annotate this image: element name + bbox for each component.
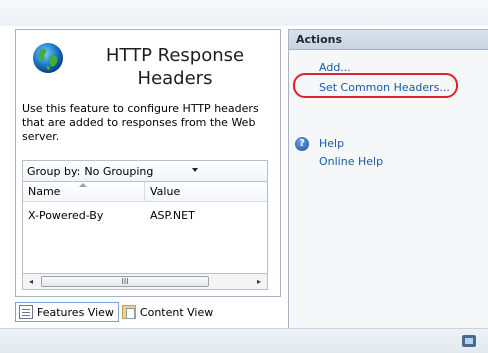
content-view-icon [121,305,136,319]
highlight-ring [293,73,458,98]
top-band [0,0,488,26]
chevron-down-icon [192,168,199,172]
group-by-value: No Grouping [84,164,154,178]
features-view-icon [19,305,33,319]
column-header-name[interactable]: Name [23,182,145,201]
actions-header: Actions [289,30,488,50]
help-icon: ? [295,137,309,151]
content-view-button[interactable]: Content View [119,302,217,322]
scroll-right-icon[interactable]: ▸ [251,274,267,289]
features-view-button[interactable]: Features View [15,302,119,322]
status-bar [0,328,488,353]
group-by-bar: Group by: No Grouping [22,160,268,182]
group-by-select[interactable]: No Grouping [84,162,204,180]
headers-grid: Name Value X-Powered-By ASP.NET [22,182,268,274]
scroll-thumb[interactable]: III [41,276,209,287]
page-title: HTTP Response Headers [105,45,245,89]
group-by-label: Group by: [27,164,81,178]
globe-icon [32,42,64,74]
horizontal-scrollbar[interactable]: ◂ III ▸ [22,274,268,290]
sort-caret-icon [79,183,87,187]
cell-name: X-Powered-By [28,209,104,222]
feature-panel: HTTP Response Headers Use this feature t… [15,29,281,297]
online-help-link[interactable]: Online Help [319,155,383,169]
column-header-value[interactable]: Value [145,182,267,201]
view-switcher: Features View Content View [15,301,217,323]
page-description: Use this feature to configure HTTP heade… [22,102,259,143]
scroll-left-icon[interactable]: ◂ [23,274,39,289]
cell-value: ASP.NET [150,209,195,222]
table-row[interactable]: X-Powered-By ASP.NET [23,206,267,226]
help-link[interactable]: Help [319,137,344,151]
grid-header: Name Value [23,182,267,202]
network-icon [462,335,476,347]
